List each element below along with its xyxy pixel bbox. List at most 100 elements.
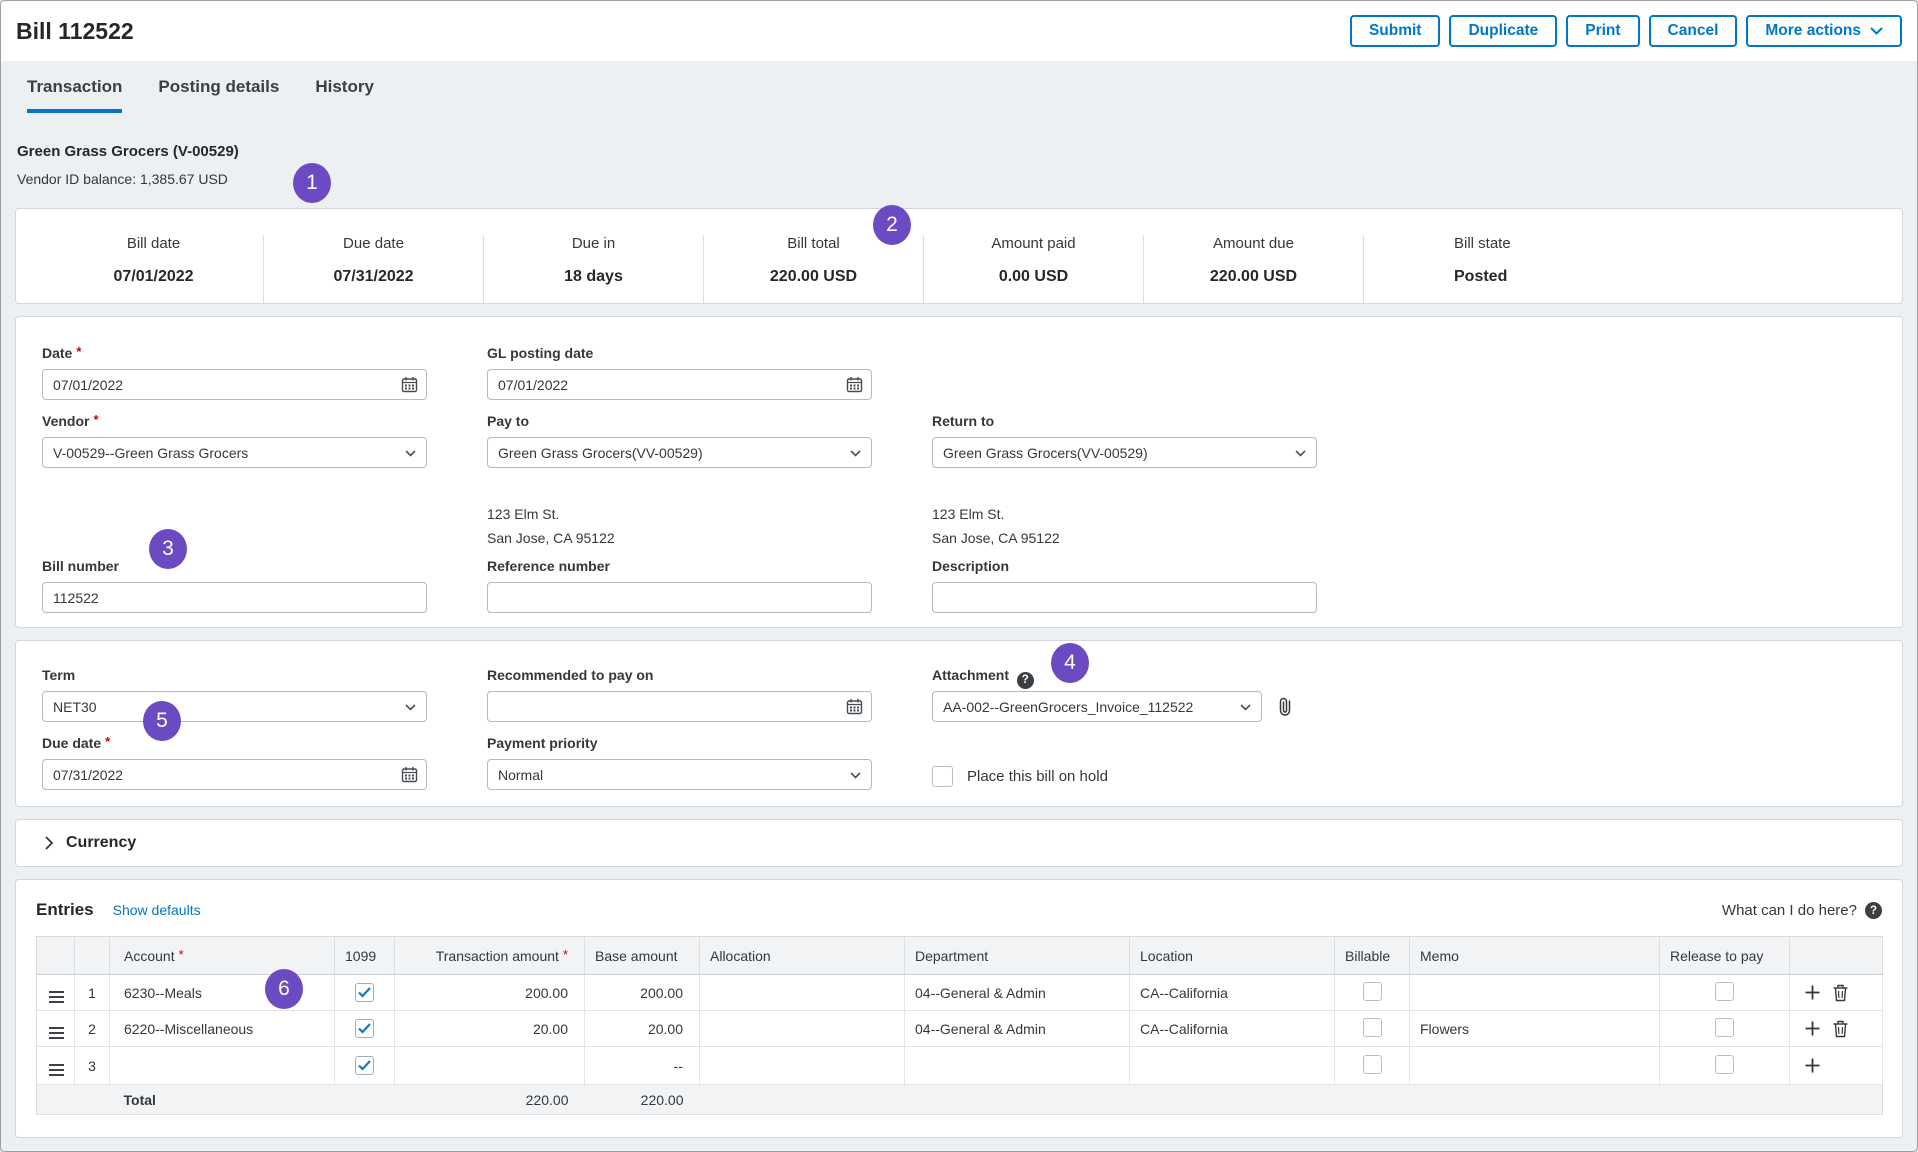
add-row-icon[interactable] [1804,1057,1821,1074]
hold-field: Place this bill on hold [932,735,1317,790]
billable-checkbox[interactable] [1363,1055,1382,1074]
bill-summary-strip: Bill date 07/01/2022 Due date 07/31/2022… [15,208,1903,304]
1099-checkbox[interactable] [355,983,374,1002]
paperclip-icon[interactable] [1276,696,1295,717]
bill-number-label: Bill number [42,558,427,575]
account-column-header: Account* [110,937,335,975]
drag-handle-icon[interactable] [47,1025,66,1041]
summary-value: Posted [1454,268,1902,286]
bill-number-input[interactable] [42,582,427,613]
tab-posting-details[interactable]: Posting details [158,61,279,113]
recommended-to-pay-on-input[interactable] [487,691,872,722]
memo-cell[interactable]: Flowers [1410,1011,1660,1047]
allocation-cell[interactable] [700,975,905,1011]
allocation-column-header: Allocation [700,937,905,975]
entry-row: 2 6220--Miscellaneous 20.00 20.00 04--Ge… [37,1011,1883,1047]
duplicate-button[interactable]: Duplicate [1449,15,1557,47]
payment-details-section: Term NET30 Recommended to pay on Attachm… [15,640,1903,807]
attachment-select-value: AA-002--GreenGrocers_Invoice_112522 [943,699,1193,715]
tab-history[interactable]: History [315,61,374,113]
allocation-cell[interactable] [700,1011,905,1047]
description-input[interactable] [932,582,1317,613]
summary-label: Due in [484,235,703,252]
memo-cell[interactable] [1410,1047,1660,1085]
chevron-down-icon [850,772,861,779]
vendor-name: Green Grass Grocers (V-00529) [17,142,1901,161]
location-cell[interactable] [1130,1047,1335,1085]
1099-checkbox[interactable] [355,1019,374,1038]
calendar-icon[interactable] [846,698,863,715]
department-cell[interactable] [905,1047,1130,1085]
drag-handle-icon[interactable] [47,1062,66,1078]
callout-badge-4: 4 [1051,643,1089,683]
release-to-pay-checkbox[interactable] [1715,982,1734,1001]
entries-total-row: Total 220.00 220.00 [37,1085,1883,1115]
calendar-icon[interactable] [846,376,863,393]
1099-column-header: 1099 [335,937,395,975]
due-date-input[interactable] [42,759,427,790]
term-select[interactable]: NET30 [42,691,427,722]
chevron-down-icon [405,450,416,457]
add-row-icon[interactable] [1804,1020,1821,1037]
payment-priority-select[interactable]: Normal [487,759,872,790]
more-actions-label: More actions [1765,22,1861,40]
more-actions-button[interactable]: More actions [1746,15,1902,47]
transaction-amount-cell[interactable]: 20.00 [395,1011,585,1047]
submit-button[interactable]: Submit [1350,15,1441,47]
reference-number-input[interactable] [487,582,872,613]
calendar-icon[interactable] [401,376,418,393]
show-defaults-link[interactable]: Show defaults [113,902,201,918]
1099-checkbox[interactable] [355,1056,374,1075]
delete-row-icon[interactable] [1833,984,1848,1002]
tab-transaction[interactable]: Transaction [27,61,122,113]
entry-row: 3 -- [37,1047,1883,1085]
bill-page: Bill 112522 Submit Duplicate Print Cance… [0,0,1918,1152]
summary-label: Amount paid [924,235,1143,252]
due-date-field: Due date* [42,735,427,790]
drag-handle-icon[interactable] [47,989,66,1005]
billable-checkbox[interactable] [1363,982,1382,1001]
summary-due-date: Due date 07/31/2022 [264,235,484,303]
summary-bill-state: Bill state Posted [1364,235,1902,303]
hold-checkbox[interactable] [932,766,953,787]
release-to-pay-checkbox[interactable] [1715,1018,1734,1037]
what-can-i-do-here-link[interactable]: What can I do here? [1722,902,1857,919]
calendar-icon[interactable] [401,766,418,783]
currency-section[interactable]: Currency [15,819,1903,867]
attachment-select[interactable]: AA-002--GreenGrocers_Invoice_112522 [932,691,1262,722]
memo-cell[interactable] [1410,975,1660,1011]
delete-row-icon[interactable] [1833,1020,1848,1038]
help-icon[interactable]: ? [1865,902,1882,919]
hold-checkbox-label: Place this bill on hold [967,768,1108,785]
department-cell[interactable]: 04--General & Admin [905,975,1130,1011]
add-row-icon[interactable] [1804,984,1821,1001]
chevron-right-icon [45,836,53,850]
required-marker: * [76,344,81,359]
base-amount-cell: 200.00 [585,975,700,1011]
recommended-to-pay-on-field: Recommended to pay on [487,667,872,722]
date-input[interactable] [42,369,427,400]
allocation-cell[interactable] [700,1047,905,1085]
vendor-select[interactable]: V-00529--Green Grass Grocers [42,437,427,468]
department-cell[interactable]: 04--General & Admin [905,1011,1130,1047]
release-to-pay-checkbox[interactable] [1715,1055,1734,1074]
account-cell[interactable]: 6220--Miscellaneous [110,1011,335,1047]
cancel-button[interactable]: Cancel [1649,15,1738,47]
return-to-select[interactable]: Green Grass Grocers(VV-00529) [932,437,1317,468]
gl-posting-date-input[interactable] [487,369,872,400]
attachment-label: Attachment ? [932,667,1317,684]
help-icon[interactable]: ? [1017,672,1034,689]
print-button[interactable]: Print [1566,15,1639,47]
billable-column-header: Billable [1335,937,1410,975]
transaction-amount-column-header: Transaction amount* [395,937,585,975]
location-cell[interactable]: CA--California [1130,1011,1335,1047]
location-cell[interactable]: CA--California [1130,975,1335,1011]
bill-details-section: Date* GL posting date [15,316,1903,628]
attachment-field: Attachment ? AA-002--GreenGrocers_Invoic… [932,667,1317,722]
transaction-amount-cell[interactable] [395,1047,585,1085]
address-line: 123 Elm St. [932,502,1317,526]
transaction-amount-cell[interactable]: 200.00 [395,975,585,1011]
pay-to-select[interactable]: Green Grass Grocers(VV-00529) [487,437,872,468]
billable-checkbox[interactable] [1363,1018,1382,1037]
account-cell[interactable] [110,1047,335,1085]
